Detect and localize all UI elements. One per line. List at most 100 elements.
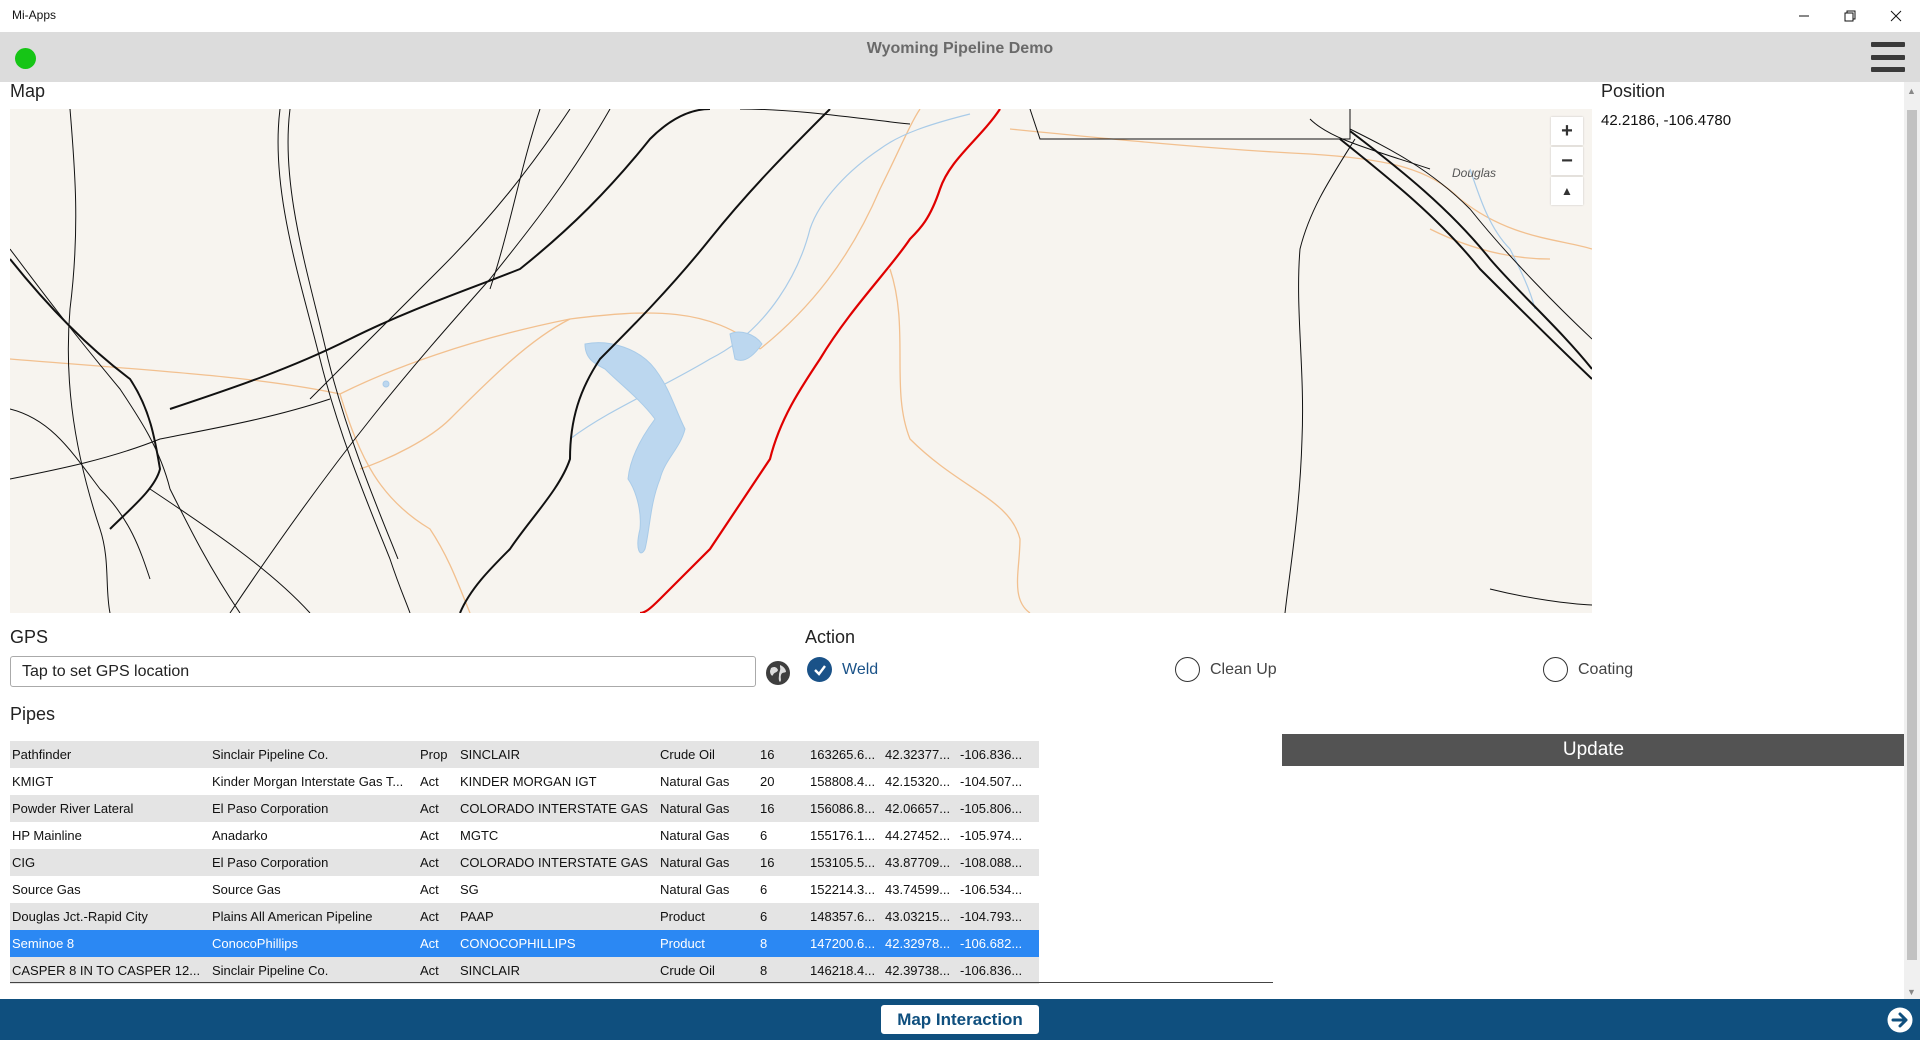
map-label: Map bbox=[10, 81, 46, 101]
cell-latitude: 42.32377... bbox=[883, 741, 958, 768]
cell-latitude: 43.87709... bbox=[883, 849, 958, 876]
cell-pipe-name: CIG bbox=[10, 849, 210, 876]
arrow-right-circle-icon[interactable] bbox=[1886, 1006, 1914, 1034]
table-row[interactable]: Source Gas Source Gas Act SG Natural Gas 6 152… bbox=[10, 876, 1039, 903]
cell-latitude: 42.39738... bbox=[883, 957, 958, 984]
cell-pipe-name: Pathfinder bbox=[10, 741, 210, 768]
gps-location-input[interactable]: Tap to set GPS location bbox=[10, 656, 756, 687]
table-row[interactable]: CIG El Paso Corporation Act COLORADO INTERS… bbox=[10, 849, 1039, 876]
cell-pipe-name: CASPER 8 IN TO CASPER 12... bbox=[10, 957, 210, 984]
cell-operator: ConocoPhillips bbox=[210, 930, 418, 957]
cell-status: Act bbox=[418, 903, 458, 930]
cell-status: Act bbox=[418, 957, 458, 984]
zoom-out-button[interactable]: − bbox=[1551, 147, 1583, 175]
map-view[interactable]: + − ▲ Douglas bbox=[10, 109, 1592, 613]
cell-length: 153105.5... bbox=[808, 849, 883, 876]
cell-longitude: -106.534... bbox=[960, 882, 1023, 897]
cell-length: 146218.4... bbox=[808, 957, 883, 984]
cell-length: 155176.1... bbox=[810, 828, 876, 843]
cell-company: PAAP bbox=[458, 903, 658, 930]
cell-diameter: 16 bbox=[758, 795, 808, 822]
position-label: Position bbox=[1601, 81, 1666, 101]
globe-icon[interactable] bbox=[765, 660, 791, 686]
hamburger-menu-icon[interactable] bbox=[1871, 42, 1905, 72]
cell-status: Act bbox=[420, 828, 439, 843]
action-coating-label: Coating bbox=[1578, 660, 1634, 678]
restore-icon bbox=[1844, 10, 1856, 22]
cell-company: SINCLAIR bbox=[458, 957, 658, 984]
cell-diameter: 6 bbox=[758, 903, 808, 930]
cell-product: Product bbox=[658, 930, 758, 957]
cell-latitude: 42.15320... bbox=[885, 774, 951, 789]
table-row[interactable]: Seminoe 8 ConocoPhillips Act CONOCOPHILLIPS… bbox=[10, 930, 1039, 957]
cell-status: Act bbox=[418, 930, 458, 957]
cell-diameter: 6 bbox=[760, 882, 768, 897]
scroll-down-icon[interactable]: ▼ bbox=[1907, 987, 1916, 997]
cell-product: Natural Gas bbox=[660, 774, 730, 789]
action-label: Action bbox=[805, 627, 856, 647]
cell-diameter: 8 bbox=[758, 957, 808, 984]
table-divider bbox=[10, 982, 1273, 983]
cell-company: MGTC bbox=[460, 828, 499, 843]
page-scrollbar[interactable]: ▲ ▼ bbox=[1904, 82, 1920, 999]
cell-status: Act bbox=[420, 882, 439, 897]
cell-company: COLORADO INTERSTATE GAS bbox=[458, 849, 658, 876]
cell-operator: El Paso Corporation bbox=[210, 795, 418, 822]
restore-button[interactable] bbox=[1827, 0, 1873, 32]
scrollbar-thumb[interactable] bbox=[1907, 110, 1917, 960]
action-coating-radio[interactable]: Coating bbox=[1543, 657, 1633, 682]
footer-bar: Map Interaction bbox=[0, 999, 1920, 1040]
cell-operator: Sinclair Pipeline Co. bbox=[210, 741, 418, 768]
close-icon bbox=[1890, 10, 1902, 22]
cell-latitude: 43.03215... bbox=[883, 903, 958, 930]
table-row[interactable]: Powder River Lateral El Paso Corporation A… bbox=[10, 795, 1039, 822]
cell-product: Crude Oil bbox=[658, 741, 758, 768]
map-interaction-button[interactable]: Map Interaction bbox=[881, 1005, 1039, 1034]
cell-longitude: -105.806... bbox=[958, 795, 1039, 822]
table-row[interactable]: KMIGT Kinder Morgan Interstate Gas T... Ac… bbox=[10, 768, 1039, 795]
cell-product: Natural Gas bbox=[660, 882, 730, 897]
cell-longitude: -104.793... bbox=[958, 903, 1039, 930]
cell-longitude: -105.974... bbox=[960, 828, 1023, 843]
cell-product: Natural Gas bbox=[658, 849, 758, 876]
radio-unchecked-icon bbox=[1175, 657, 1200, 682]
minimize-button[interactable] bbox=[1781, 0, 1827, 32]
action-weld-label: Weld bbox=[842, 660, 879, 678]
scroll-up-icon[interactable]: ▲ bbox=[1907, 86, 1916, 96]
minimize-icon bbox=[1799, 15, 1809, 17]
action-cleanup-radio[interactable]: Clean Up bbox=[1175, 657, 1277, 682]
app-header: Wyoming Pipeline Demo bbox=[0, 32, 1920, 82]
position-value: 42.2186, -106.4780 bbox=[1601, 112, 1732, 129]
cell-latitude: 43.74599... bbox=[885, 882, 951, 897]
cell-length: 163265.6... bbox=[808, 741, 883, 768]
action-weld-radio[interactable]: Weld bbox=[807, 657, 878, 682]
cell-longitude: -106.682... bbox=[958, 930, 1039, 957]
reset-north-button[interactable]: ▲ bbox=[1551, 177, 1583, 205]
cell-operator: Kinder Morgan Interstate Gas T... bbox=[212, 774, 404, 789]
cell-company: CONOCOPHILLIPS bbox=[458, 930, 658, 957]
table-row[interactable]: HP Mainline Anadarko Act MGTC Natural Gas 6 15… bbox=[10, 822, 1039, 849]
cell-product: Natural Gas bbox=[658, 795, 758, 822]
radio-unchecked-icon bbox=[1543, 657, 1568, 682]
cell-status: Act bbox=[418, 795, 458, 822]
map-canvas bbox=[10, 109, 1592, 613]
window-titlebar: Mi-Apps bbox=[0, 0, 1920, 32]
cell-latitude: 42.32978... bbox=[883, 930, 958, 957]
cell-diameter: 20 bbox=[760, 774, 775, 789]
cell-operator: Plains All American Pipeline bbox=[210, 903, 418, 930]
cell-longitude: -106.836... bbox=[958, 741, 1039, 768]
cell-pipe-name: Douglas Jct.-Rapid City bbox=[10, 903, 210, 930]
table-row[interactable]: Pathfinder Sinclair Pipeline Co. Prop SINCL… bbox=[10, 741, 1039, 768]
cell-diameter: 6 bbox=[760, 828, 768, 843]
cell-latitude: 42.06657... bbox=[883, 795, 958, 822]
zoom-in-button[interactable]: + bbox=[1551, 117, 1583, 145]
pipes-label: Pipes bbox=[10, 704, 56, 724]
gps-placeholder-text: Tap to set GPS location bbox=[22, 662, 190, 680]
table-row[interactable]: CASPER 8 IN TO CASPER 12... Sinclair Pipe… bbox=[10, 957, 1039, 984]
cell-company: COLORADO INTERSTATE GAS bbox=[458, 795, 658, 822]
update-button[interactable]: Update bbox=[1282, 734, 1905, 766]
cell-longitude: -108.088... bbox=[958, 849, 1039, 876]
close-button[interactable] bbox=[1873, 0, 1919, 32]
cell-latitude: 44.27452... bbox=[885, 828, 951, 843]
table-row[interactable]: Douglas Jct.-Rapid City Plains All Americ… bbox=[10, 903, 1039, 930]
